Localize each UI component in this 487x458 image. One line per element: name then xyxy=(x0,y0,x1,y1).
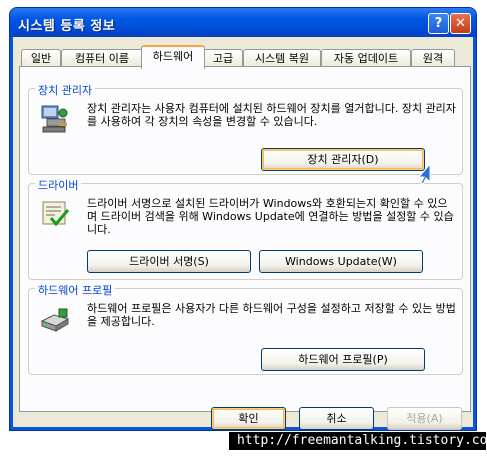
source-url-caption: http://freemantalking.tistory.com/ xyxy=(229,432,487,450)
tab-remote[interactable]: 원격 xyxy=(411,49,455,67)
hardware-profiles-button[interactable]: 하드웨어 프로필(P) xyxy=(261,348,425,371)
hardware-profiles-description: 하드웨어 프로필은 사용자가 다른 하드웨어 구성을 설정하고 저장할 수 있는… xyxy=(87,302,456,328)
tab-advanced[interactable]: 고급 xyxy=(203,49,243,67)
hardware-profiles-group-title: 하드웨어 프로필 xyxy=(35,282,116,298)
apply-button[interactable]: 적용(A) xyxy=(387,407,462,430)
tab-strip: 일반 컴퓨터 이름 하드웨어 고급 시스템 복원 자동 업데이트 원격 xyxy=(19,45,469,69)
title-bar[interactable]: 시스템 등록 정보 ? ✕ xyxy=(10,8,476,37)
hardware-profile-icon xyxy=(40,308,70,332)
driver-signing-button[interactable]: 드라이버 서명(S) xyxy=(87,250,251,273)
window-title: 시스템 등록 정보 xyxy=(18,19,116,34)
help-button[interactable]: ? xyxy=(428,13,449,34)
hardware-tab-panel: 장치 관리자 장치 관리자는 사용자 컴퓨터에 설치된 하드웨어 장치를 열거합… xyxy=(19,66,471,412)
tab-computer-name[interactable]: 컴퓨터 이름 xyxy=(61,49,143,67)
system-properties-window: 시스템 등록 정보 ? ✕ 일반 컴퓨터 이름 하드웨어 고급 시스템 복원 자… xyxy=(10,8,476,430)
tab-general[interactable]: 일반 xyxy=(21,49,61,67)
drivers-description: 드라이버 서명으로 설치된 드라이버가 Windows와 호환되는지 확인할 수… xyxy=(87,197,454,236)
hardware-profiles-group: 하드웨어 프로필 하드웨어 프로필은 사용자가 다른 하드웨어 구성을 설정하고… xyxy=(28,282,463,375)
tab-system-restore[interactable]: 시스템 복원 xyxy=(243,49,321,67)
ok-button[interactable]: 확인 xyxy=(211,407,286,430)
dialog-client-area: 일반 컴퓨터 이름 하드웨어 고급 시스템 복원 자동 업데이트 원격 장치 관… xyxy=(13,37,473,430)
device-manager-button[interactable]: 장치 관리자(D) xyxy=(261,148,425,171)
drivers-group: 드라이버 드라이버 서명으로 설치된 드라이버가 Windows와 호환되는지 … xyxy=(28,177,463,280)
close-button[interactable]: ✕ xyxy=(450,13,471,34)
mouse-cursor-icon xyxy=(417,164,431,185)
tab-hardware[interactable]: 하드웨어 xyxy=(141,45,205,69)
driver-signing-icon xyxy=(42,201,70,227)
cancel-button[interactable]: 취소 xyxy=(299,407,374,430)
windows-update-button[interactable]: Windows Update(W) xyxy=(259,250,423,273)
device-manager-icon xyxy=(41,105,68,133)
tab-automatic-updates[interactable]: 자동 업데이트 xyxy=(321,49,411,67)
drivers-group-title: 드라이버 xyxy=(35,177,82,193)
device-manager-description: 장치 관리자는 사용자 컴퓨터에 설치된 하드웨어 장치를 열거합니다. 장치 … xyxy=(87,102,456,128)
device-manager-group-title: 장치 관리자 xyxy=(35,82,96,98)
device-manager-group: 장치 관리자 장치 관리자는 사용자 컴퓨터에 설치된 하드웨어 장치를 열거합… xyxy=(28,82,463,175)
